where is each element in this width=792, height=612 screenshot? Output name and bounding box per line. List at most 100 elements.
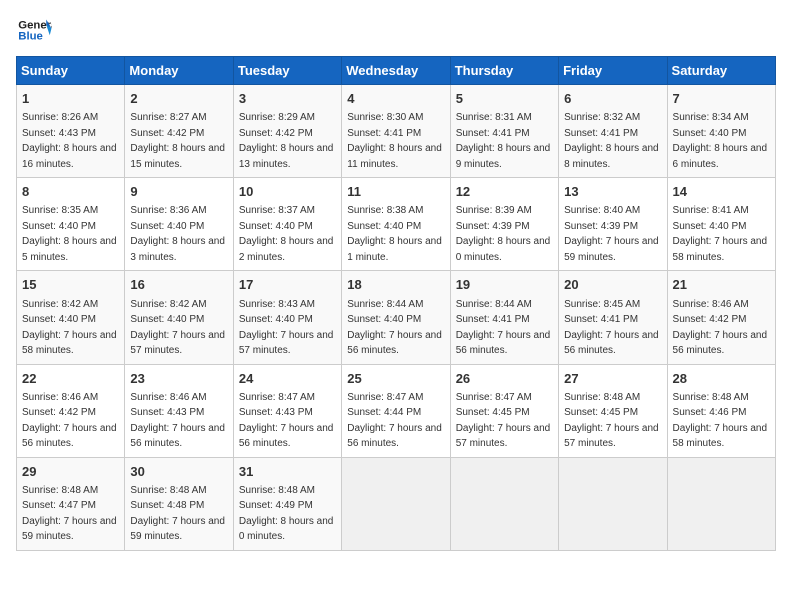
calendar-cell: 3 Sunrise: 8:29 AMSunset: 4:42 PMDaylight… (233, 85, 341, 178)
day-number: 9 (130, 183, 227, 201)
day-number: 6 (564, 90, 661, 108)
day-detail: Sunrise: 8:31 AMSunset: 4:41 PMDaylight:… (456, 112, 551, 170)
calendar-cell: 9Sunrise: 8:36 AMSunset: 4:40 PMDaylight… (125, 178, 233, 271)
day-number: 17 (239, 276, 336, 294)
calendar-week-4: 22 Sunrise: 8:46 AMSunset: 4:42 PMDayligh… (17, 364, 776, 457)
col-header-saturday: Saturday (667, 57, 775, 85)
day-number: 7 (673, 90, 770, 108)
calendar-cell: 10 Sunrise: 8:37 AMSunset: 4:40 PMDayligh… (233, 178, 341, 271)
day-number: 25 (347, 370, 444, 388)
day-detail: Sunrise: 8:44 AMSunset: 4:41 PMDaylight:… (456, 299, 551, 357)
day-detail: Sunrise: 8:47 AMSunset: 4:43 PMDaylight:… (239, 392, 334, 450)
day-detail: Sunrise: 8:48 AMSunset: 4:48 PMDaylight:… (130, 485, 225, 543)
day-detail: Sunrise: 8:48 AMSunset: 4:47 PMDaylight:… (22, 485, 117, 543)
col-header-tuesday: Tuesday (233, 57, 341, 85)
day-number: 26 (456, 370, 553, 388)
logo-icon: General Blue (16, 16, 52, 44)
calendar-cell: 2 Sunrise: 8:27 AMSunset: 4:42 PMDaylight… (125, 85, 233, 178)
day-number: 28 (673, 370, 770, 388)
day-detail: Sunrise: 8:37 AMSunset: 4:40 PMDaylight:… (239, 205, 334, 263)
calendar-cell: 18 Sunrise: 8:44 AMSunset: 4:40 PMDayligh… (342, 271, 450, 364)
day-detail: Sunrise: 8:48 AMSunset: 4:49 PMDaylight:… (239, 485, 334, 543)
day-number: 22 (22, 370, 119, 388)
calendar-cell: 30 Sunrise: 8:48 AMSunset: 4:48 PMDayligh… (125, 457, 233, 550)
day-detail: Sunrise: 8:27 AMSunset: 4:42 PMDaylight:… (130, 112, 225, 170)
calendar-cell (450, 457, 558, 550)
day-detail: Sunrise: 8:40 AMSunset: 4:39 PMDaylight:… (564, 205, 659, 263)
day-detail: Sunrise: 8:32 AMSunset: 4:41 PMDaylight:… (564, 112, 659, 170)
calendar-cell: 23Sunrise: 8:46 AMSunset: 4:43 PMDayligh… (125, 364, 233, 457)
day-number: 29 (22, 463, 119, 481)
day-number: 4 (347, 90, 444, 108)
day-number: 18 (347, 276, 444, 294)
page-header: General Blue (16, 16, 776, 44)
day-detail: Sunrise: 8:34 AMSunset: 4:40 PMDaylight:… (673, 112, 768, 170)
calendar-week-5: 29 Sunrise: 8:48 AMSunset: 4:47 PMDayligh… (17, 457, 776, 550)
day-detail: Sunrise: 8:46 AMSunset: 4:42 PMDaylight:… (673, 299, 768, 357)
day-number: 2 (130, 90, 227, 108)
calendar-week-1: 1Sunrise: 8:26 AMSunset: 4:43 PMDaylight… (17, 85, 776, 178)
calendar-cell (559, 457, 667, 550)
day-detail: Sunrise: 8:39 AMSunset: 4:39 PMDaylight:… (456, 205, 551, 263)
day-detail: Sunrise: 8:44 AMSunset: 4:40 PMDaylight:… (347, 299, 442, 357)
calendar-cell: 31 Sunrise: 8:48 AMSunset: 4:49 PMDayligh… (233, 457, 341, 550)
day-detail: Sunrise: 8:29 AMSunset: 4:42 PMDaylight:… (239, 112, 334, 170)
day-detail: Sunrise: 8:45 AMSunset: 4:41 PMDaylight:… (564, 299, 659, 357)
day-number: 11 (347, 183, 444, 201)
col-header-thursday: Thursday (450, 57, 558, 85)
day-number: 10 (239, 183, 336, 201)
day-detail: Sunrise: 8:46 AMSunset: 4:42 PMDaylight:… (22, 392, 117, 450)
col-header-monday: Monday (125, 57, 233, 85)
calendar-cell: 4 Sunrise: 8:30 AMSunset: 4:41 PMDaylight… (342, 85, 450, 178)
day-number: 13 (564, 183, 661, 201)
day-number: 31 (239, 463, 336, 481)
day-number: 5 (456, 90, 553, 108)
calendar-table: SundayMondayTuesdayWednesdayThursdayFrid… (16, 56, 776, 551)
calendar-cell: 19 Sunrise: 8:44 AMSunset: 4:41 PMDayligh… (450, 271, 558, 364)
day-detail: Sunrise: 8:41 AMSunset: 4:40 PMDaylight:… (673, 205, 768, 263)
day-number: 16 (130, 276, 227, 294)
col-header-friday: Friday (559, 57, 667, 85)
day-number: 30 (130, 463, 227, 481)
day-detail: Sunrise: 8:26 AMSunset: 4:43 PMDaylight:… (22, 112, 117, 170)
calendar-cell: 27 Sunrise: 8:48 AMSunset: 4:45 PMDayligh… (559, 364, 667, 457)
calendar-header: SundayMondayTuesdayWednesdayThursdayFrid… (17, 57, 776, 85)
logo: General Blue (16, 16, 52, 44)
calendar-cell: 1Sunrise: 8:26 AMSunset: 4:43 PMDaylight… (17, 85, 125, 178)
day-detail: Sunrise: 8:35 AMSunset: 4:40 PMDaylight:… (22, 205, 117, 263)
calendar-cell: 14 Sunrise: 8:41 AMSunset: 4:40 PMDayligh… (667, 178, 775, 271)
day-detail: Sunrise: 8:47 AMSunset: 4:44 PMDaylight:… (347, 392, 442, 450)
day-number: 8 (22, 183, 119, 201)
calendar-cell: 8 Sunrise: 8:35 AMSunset: 4:40 PMDaylight… (17, 178, 125, 271)
calendar-cell: 20 Sunrise: 8:45 AMSunset: 4:41 PMDayligh… (559, 271, 667, 364)
day-detail: Sunrise: 8:30 AMSunset: 4:41 PMDaylight:… (347, 112, 442, 170)
calendar-cell: 12 Sunrise: 8:39 AMSunset: 4:39 PMDayligh… (450, 178, 558, 271)
col-header-sunday: Sunday (17, 57, 125, 85)
calendar-cell: 11Sunrise: 8:38 AMSunset: 4:40 PMDayligh… (342, 178, 450, 271)
day-detail: Sunrise: 8:42 AMSunset: 4:40 PMDaylight:… (130, 299, 225, 357)
day-number: 20 (564, 276, 661, 294)
day-detail: Sunrise: 8:48 AMSunset: 4:45 PMDaylight:… (564, 392, 659, 450)
calendar-cell: 17 Sunrise: 8:43 AMSunset: 4:40 PMDayligh… (233, 271, 341, 364)
day-number: 14 (673, 183, 770, 201)
day-number: 27 (564, 370, 661, 388)
calendar-cell: 26Sunrise: 8:47 AMSunset: 4:45 PMDayligh… (450, 364, 558, 457)
calendar-cell: 24Sunrise: 8:47 AMSunset: 4:43 PMDayligh… (233, 364, 341, 457)
day-number: 21 (673, 276, 770, 294)
calendar-cell: 16 Sunrise: 8:42 AMSunset: 4:40 PMDayligh… (125, 271, 233, 364)
calendar-cell: 21 Sunrise: 8:46 AMSunset: 4:42 PMDayligh… (667, 271, 775, 364)
calendar-cell: 13 Sunrise: 8:40 AMSunset: 4:39 PMDayligh… (559, 178, 667, 271)
day-number: 12 (456, 183, 553, 201)
calendar-cell: 22 Sunrise: 8:46 AMSunset: 4:42 PMDayligh… (17, 364, 125, 457)
day-detail: Sunrise: 8:43 AMSunset: 4:40 PMDaylight:… (239, 299, 334, 357)
calendar-cell (667, 457, 775, 550)
day-number: 3 (239, 90, 336, 108)
svg-text:Blue: Blue (18, 31, 43, 43)
col-header-wednesday: Wednesday (342, 57, 450, 85)
day-detail: Sunrise: 8:42 AMSunset: 4:40 PMDaylight:… (22, 299, 117, 357)
calendar-cell: 28Sunrise: 8:48 AMSunset: 4:46 PMDayligh… (667, 364, 775, 457)
day-number: 19 (456, 276, 553, 294)
calendar-week-3: 15Sunrise: 8:42 AMSunset: 4:40 PMDayligh… (17, 271, 776, 364)
calendar-week-2: 8 Sunrise: 8:35 AMSunset: 4:40 PMDaylight… (17, 178, 776, 271)
day-detail: Sunrise: 8:46 AMSunset: 4:43 PMDaylight:… (130, 392, 225, 450)
